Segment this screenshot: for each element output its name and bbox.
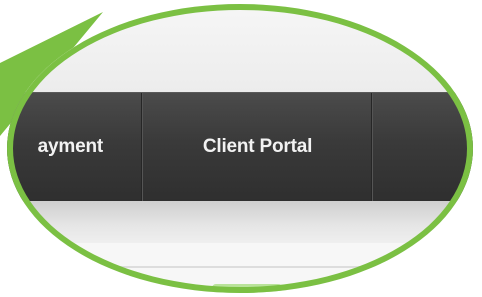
zoom-callout-image: ayment Client Portal (0, 0, 482, 297)
nav-item-label: ayment (37, 136, 104, 157)
page-header-area (7, 4, 473, 94)
nav-item-label: Client Portal (202, 136, 313, 157)
sub-navbar (7, 201, 473, 243)
nav-item-client-portal[interactable]: Client Portal (144, 93, 371, 201)
nav-item-empty[interactable] (374, 93, 473, 201)
main-navbar: ayment Client Portal (7, 92, 473, 202)
content-divider (102, 266, 442, 268)
magnifier-lens: ayment Client Portal (7, 4, 473, 293)
zoomed-page: ayment Client Portal (7, 4, 473, 293)
bottom-highlight (212, 284, 282, 293)
nav-item-payment[interactable]: ayment (7, 93, 141, 201)
